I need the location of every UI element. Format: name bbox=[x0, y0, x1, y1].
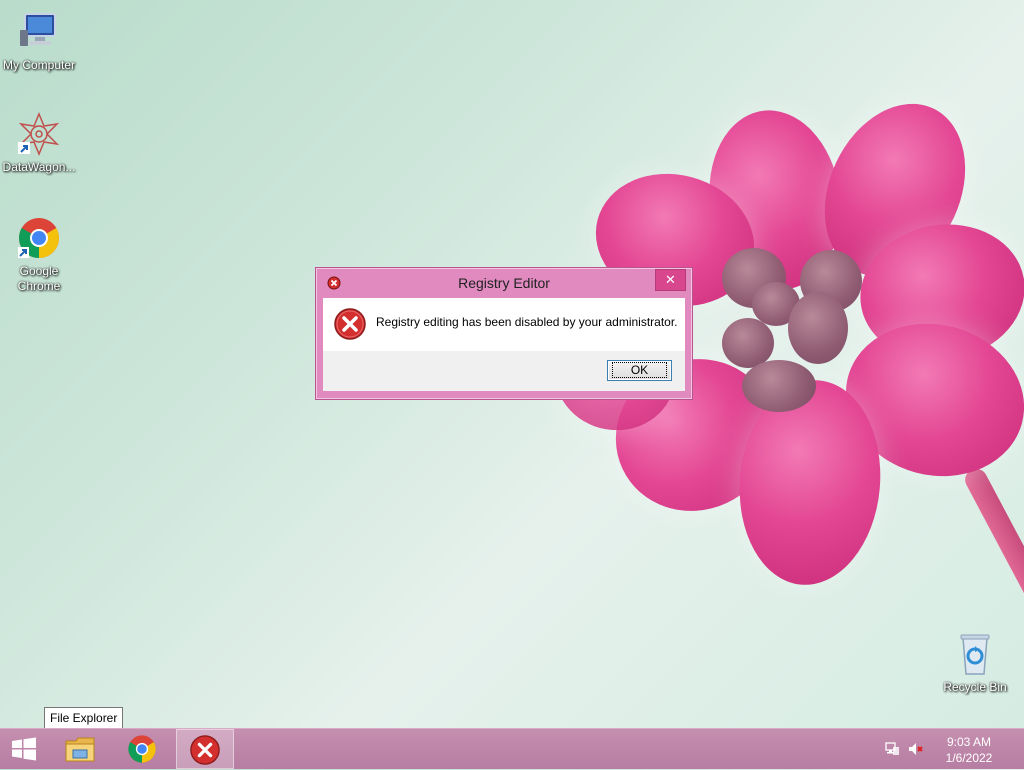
network-icon[interactable] bbox=[884, 741, 900, 762]
ok-button[interactable]: OK bbox=[607, 360, 672, 381]
dialog-title: Registry Editor bbox=[458, 275, 550, 291]
desktop-icon-my-computer[interactable]: My Computer bbox=[0, 10, 79, 73]
desktop-icon-label: Recycle Bin bbox=[943, 680, 1007, 694]
desktop-icon-label: My Computer bbox=[2, 58, 76, 72]
taskbar-registry-error[interactable] bbox=[176, 729, 234, 769]
close-button[interactable]: ✕ bbox=[655, 269, 686, 291]
desktop-icon-google-chrome[interactable]: Google Chrome bbox=[0, 216, 79, 294]
system-tray: 9:03 AM 1/6/2022 bbox=[884, 729, 1024, 769]
error-icon bbox=[334, 308, 366, 340]
dialog-footer: OK bbox=[323, 351, 685, 391]
desktop-icon-datawagon[interactable]: DataWagon... bbox=[0, 112, 79, 175]
start-button[interactable] bbox=[0, 729, 58, 769]
chrome-icon bbox=[17, 216, 61, 260]
taskbar-file-explorer[interactable] bbox=[52, 729, 110, 769]
dialog-content: Registry editing has been disabled by yo… bbox=[323, 298, 685, 351]
datawagon-icon bbox=[17, 112, 61, 156]
taskbar: 9:03 AM 1/6/2022 bbox=[0, 728, 1024, 769]
taskbar-chrome[interactable] bbox=[114, 729, 172, 769]
desktop-icon-recycle-bin[interactable]: Recycle Bin bbox=[935, 632, 1015, 695]
recycle-bin-icon bbox=[953, 632, 997, 676]
desktop-icon-label: Google Chrome bbox=[17, 264, 61, 293]
tooltip: File Explorer bbox=[44, 707, 124, 729]
clock-time: 9:03 AM bbox=[946, 735, 992, 749]
dialog-message: Registry editing has been disabled by yo… bbox=[376, 315, 678, 329]
volume-muted-icon[interactable] bbox=[908, 741, 924, 762]
my-computer-icon bbox=[17, 10, 61, 54]
file-explorer-icon bbox=[64, 735, 98, 768]
ok-button-label: OK bbox=[611, 362, 668, 378]
flower-bud bbox=[788, 292, 848, 364]
clock-date: 1/6/2022 bbox=[945, 751, 993, 765]
close-icon: ✕ bbox=[665, 272, 676, 287]
windows-start-icon bbox=[10, 737, 38, 766]
flower-bud bbox=[742, 360, 816, 412]
desktop-icon-label: DataWagon... bbox=[2, 160, 76, 174]
chrome-icon bbox=[127, 734, 157, 769]
error-app-icon bbox=[190, 735, 220, 770]
dialog-titlebar[interactable]: Registry Editor ✕ bbox=[316, 268, 692, 298]
clock[interactable]: 9:03 AM 1/6/2022 bbox=[934, 734, 1004, 766]
flower-stem bbox=[961, 464, 1024, 758]
registry-editor-dialog: Registry Editor ✕ Registry editing has b… bbox=[315, 267, 693, 400]
